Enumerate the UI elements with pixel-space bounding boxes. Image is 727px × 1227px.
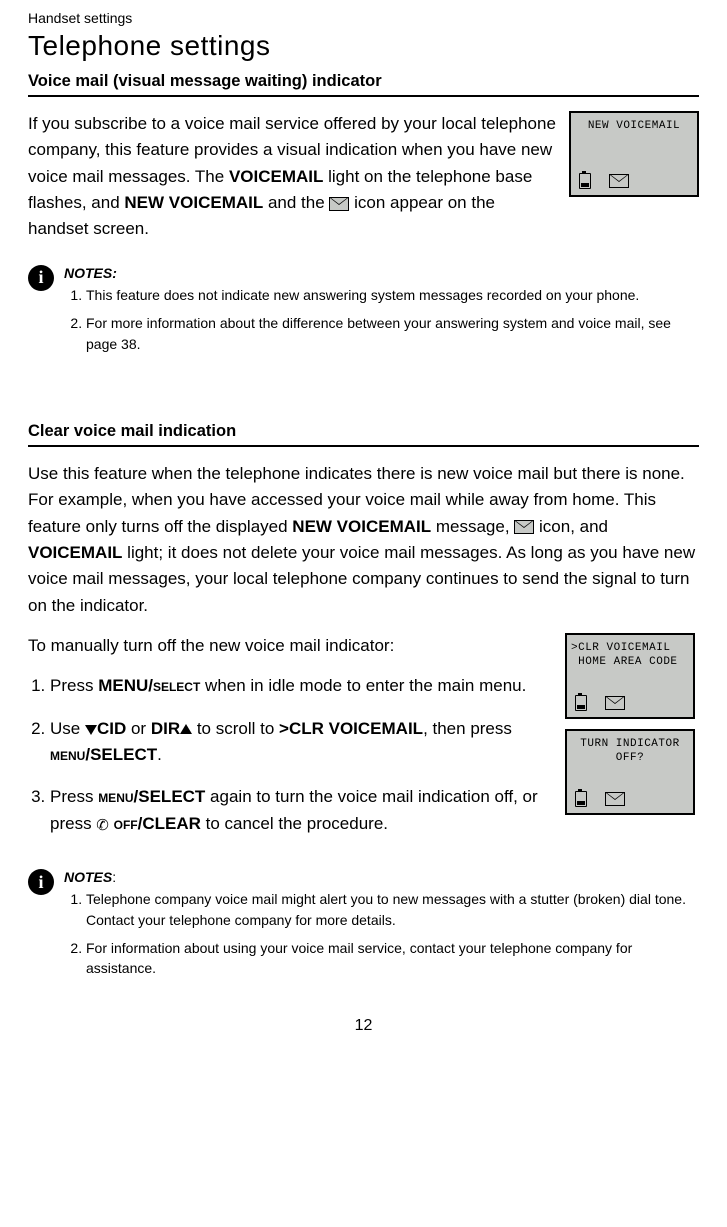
section-heading-vmwi: Voice mail (visual message waiting) indi… [28, 72, 699, 97]
lcd-new-voicemail: NEW VOICEMAIL [569, 111, 699, 197]
envelope-icon [514, 520, 534, 534]
lcd-line1: TURN INDICATOR [571, 737, 689, 751]
lcd-line1: NEW VOICEMAIL [575, 119, 693, 133]
category-label: Handset settings [28, 10, 699, 26]
note-item: For information about using your voice m… [86, 938, 699, 979]
handset-icon: ✆ [96, 814, 109, 837]
envelope-icon [609, 174, 629, 188]
lcd-turn-off: TURN INDICATOR OFF? [565, 729, 695, 815]
down-triangle-icon [85, 725, 97, 735]
battery-icon [575, 695, 587, 711]
note-item: For more information about the differenc… [86, 313, 699, 354]
info-icon: i [28, 265, 54, 291]
page-title: Telephone settings [28, 30, 699, 62]
info-icon: i [28, 869, 54, 895]
envelope-icon [605, 696, 625, 710]
notes-label: NOTES: [64, 867, 699, 887]
note-item: Telephone company voice mail might alert… [86, 889, 699, 930]
lcd-clr-voicemail: >CLR VOICEMAIL HOME AREA CODE [565, 633, 695, 719]
battery-icon [579, 173, 591, 189]
envelope-icon [605, 792, 625, 806]
notes-block-2: i NOTES: Telephone company voice mail mi… [28, 867, 699, 986]
section-heading-clear-vm: Clear voice mail indication [28, 422, 699, 447]
notes-block-1: i NOTES: This feature does not indicate … [28, 263, 699, 362]
lcd-line1: >CLR VOICEMAIL [571, 641, 689, 655]
notes-label: NOTES: [64, 263, 699, 283]
up-triangle-icon [180, 724, 192, 734]
page-number: 12 [28, 1017, 699, 1035]
section2-paragraph: Use this feature when the telephone indi… [28, 461, 699, 619]
battery-icon [575, 791, 587, 807]
lcd-line2: OFF? [571, 751, 689, 765]
envelope-icon [329, 197, 349, 211]
lcd-line2: HOME AREA CODE [571, 655, 689, 669]
lcd-stack: >CLR VOICEMAIL HOME AREA CODE TURN INDIC… [565, 633, 699, 825]
note-item: This feature does not indicate new answe… [86, 285, 699, 305]
